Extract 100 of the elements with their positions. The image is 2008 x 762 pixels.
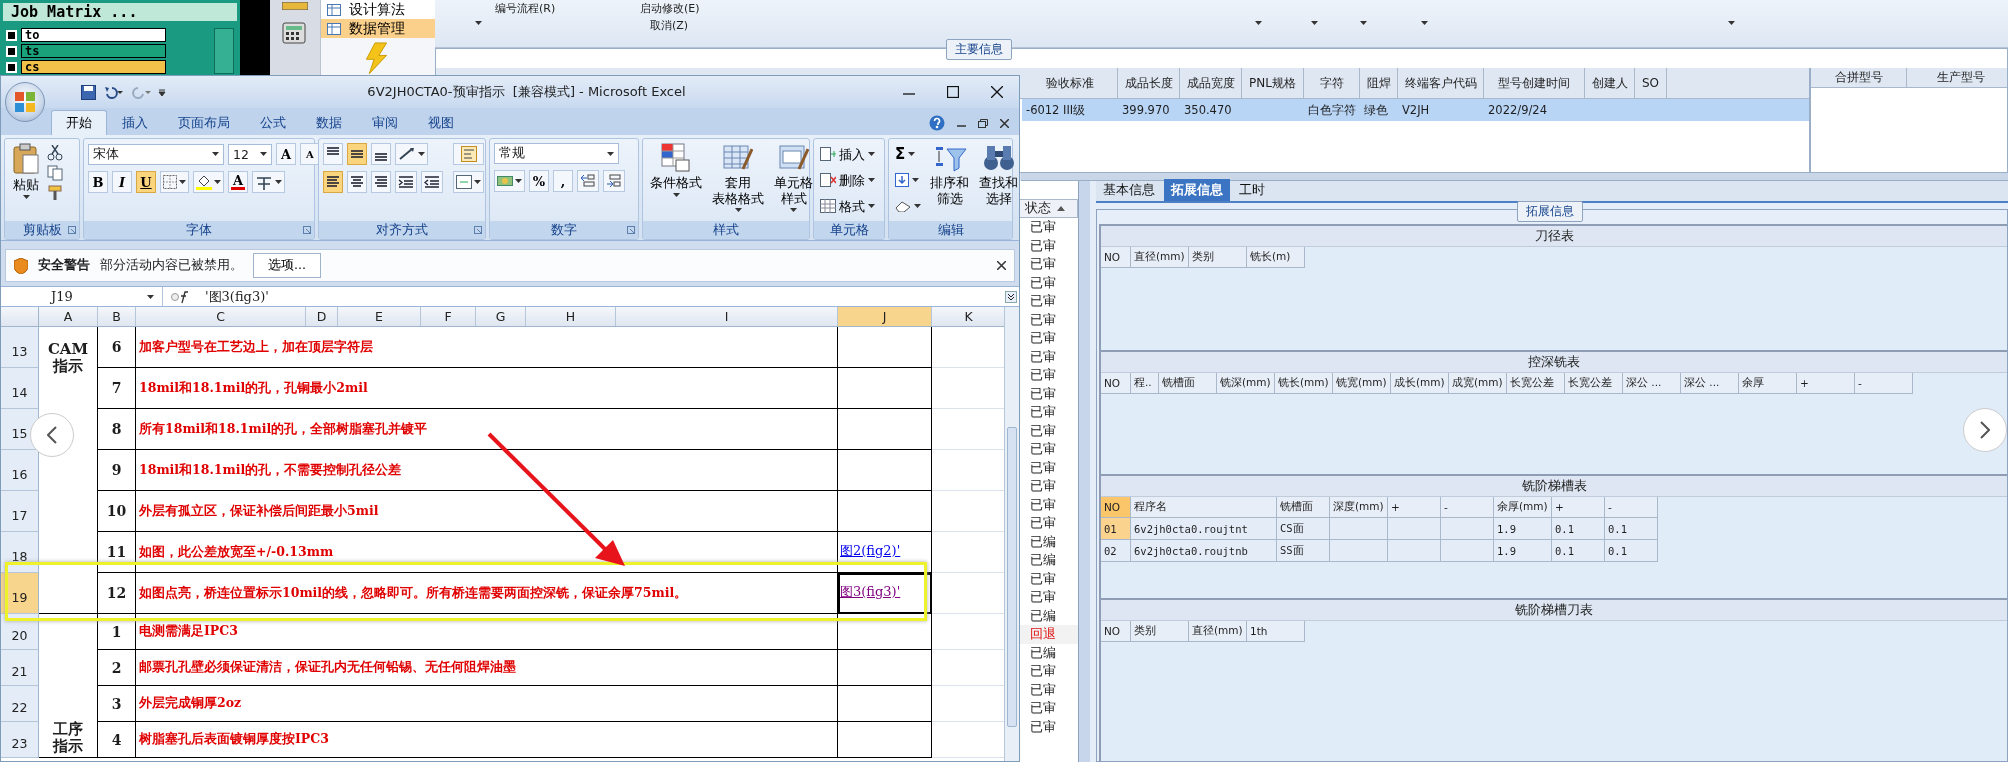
status-cell[interactable]: 已审: [1018, 717, 1079, 736]
expand-icon[interactable]: [1005, 290, 1017, 303]
dropdown-caret-icon[interactable]: [1255, 21, 1262, 25]
list-item[interactable]: cs: [21, 60, 166, 74]
toolbar-item[interactable]: 编号流程(R): [495, 1, 556, 16]
hyperlink[interactable]: 图2(fig2)': [840, 542, 901, 560]
column-header[interactable]: NO: [1101, 373, 1131, 394]
ribbon-tab[interactable]: 数据: [301, 110, 357, 135]
dropdown-caret-icon[interactable]: [1311, 21, 1318, 25]
merge-button[interactable]: [453, 171, 484, 193]
align-button[interactable]: [347, 171, 367, 193]
calculator-icon[interactable]: [281, 22, 309, 46]
decrease-decimal-button[interactable]: [603, 170, 625, 192]
column-header[interactable]: H: [526, 307, 616, 326]
wrap-text-button[interactable]: [453, 143, 484, 165]
column-header[interactable]: PNL规格: [1242, 68, 1304, 98]
dropdown-caret-icon[interactable]: [147, 294, 154, 299]
status-cell[interactable]: 已编: [1018, 643, 1079, 662]
cells-button[interactable]: 插入: [818, 143, 877, 165]
column-header[interactable]: 铣深(mm): [1217, 373, 1275, 394]
grow-font-button[interactable]: A: [276, 143, 296, 165]
status-cell[interactable]: 已编: [1018, 532, 1079, 551]
checkbox-icon[interactable]: [6, 45, 17, 57]
column-header[interactable]: NO: [1101, 247, 1131, 268]
dropdown-caret-icon[interactable]: [672, 192, 680, 197]
status-cell[interactable]: 已审: [1018, 569, 1079, 588]
cells-button[interactable]: 格式: [818, 195, 877, 217]
column-header[interactable]: D: [306, 307, 338, 326]
column-header[interactable]: 长宽公差: [1565, 373, 1623, 394]
fill-color-button[interactable]: [193, 171, 224, 193]
font-style-button[interactable]: B: [88, 171, 108, 193]
list-item[interactable]: ts: [21, 44, 166, 58]
cut-icon[interactable]: [47, 145, 63, 161]
status-cell[interactable]: 回退: [1018, 625, 1079, 644]
hyperlink[interactable]: 图3(fig3)': [840, 583, 901, 601]
column-header[interactable]: G: [476, 307, 526, 326]
column-header[interactable]: 成宽(mm): [1449, 373, 1507, 394]
indent-button[interactable]: [395, 171, 417, 193]
column-header[interactable]: +: [1552, 497, 1605, 518]
column-header[interactable]: 余厚: [1739, 373, 1797, 394]
phonetic-button[interactable]: [252, 171, 285, 193]
column-header[interactable]: -: [1441, 497, 1494, 518]
column-header[interactable]: 程..: [1131, 373, 1159, 394]
dropdown-caret-icon[interactable]: [22, 194, 30, 199]
column-header[interactable]: E: [338, 307, 421, 326]
name-box[interactable]: J19: [1, 287, 163, 306]
status-cell[interactable]: 已审: [1018, 440, 1079, 459]
column-header[interactable]: 余厚(mm): [1494, 497, 1552, 518]
dropdown-caret-icon[interactable]: [868, 152, 875, 156]
dropdown-caret-icon[interactable]: [214, 180, 221, 184]
column-header[interactable]: 铣长(m): [1247, 247, 1305, 268]
help-icon[interactable]: [929, 115, 945, 131]
ribbon-tab[interactable]: 插入: [107, 110, 163, 135]
column-header[interactable]: J: [838, 307, 932, 326]
dropdown-caret-icon[interactable]: [212, 152, 219, 156]
align-button[interactable]: [371, 143, 391, 165]
status-cell[interactable]: 已审: [1018, 495, 1079, 514]
dropdown-caret-icon[interactable]: [515, 179, 522, 183]
format-painter-icon[interactable]: [47, 185, 63, 201]
borders-button[interactable]: [160, 171, 189, 193]
column-header[interactable]: 成品宽度: [1180, 68, 1242, 98]
dialog-launcher-icon[interactable]: [474, 226, 482, 234]
status-cell[interactable]: 已审: [1018, 236, 1079, 255]
column-header[interactable]: 铣长(mm): [1275, 373, 1333, 394]
column-header[interactable]: 铣槽面: [1277, 497, 1330, 518]
column-header[interactable]: 成品长度: [1118, 68, 1180, 98]
status-cell[interactable]: 已审: [1018, 403, 1079, 422]
column-header[interactable]: 类别: [1131, 621, 1189, 642]
options-button[interactable]: 选项...: [253, 253, 321, 278]
paste-button[interactable]: 粘贴: [9, 143, 43, 217]
ribbon-tab[interactable]: 公式: [245, 110, 301, 135]
tab[interactable]: 工时: [1232, 179, 1272, 201]
dropdown-caret-icon[interactable]: [914, 204, 921, 208]
ribbon-tab[interactable]: 视图: [413, 110, 469, 135]
dropdown-caret-icon[interactable]: [908, 152, 916, 156]
autosum-button[interactable]: Σ: [893, 143, 923, 165]
cells-button[interactable]: 删除: [818, 169, 877, 191]
column-header[interactable]: 生产型号: [1907, 68, 2007, 87]
list-item[interactable]: to: [21, 28, 166, 42]
status-cell[interactable]: 已审: [1018, 662, 1079, 681]
accounting-format-button[interactable]: [494, 170, 525, 192]
dialog-launcher-icon[interactable]: [303, 226, 311, 234]
editing-button[interactable]: 查找和 选择: [976, 143, 1021, 217]
column-header[interactable]: C: [136, 307, 306, 326]
column-header[interactable]: 长宽公差: [1507, 373, 1565, 394]
column-header[interactable]: NO: [1101, 621, 1131, 642]
status-cell[interactable]: 已审: [1018, 347, 1079, 366]
dropdown-caret-icon[interactable]: [1728, 21, 1735, 25]
scrollbar[interactable]: [1004, 307, 1019, 761]
row-header[interactable]: 22: [1, 686, 39, 722]
row-header[interactable]: 17: [1, 491, 39, 532]
status-cell[interactable]: 已审: [1018, 255, 1079, 274]
row-header[interactable]: 16: [1, 450, 39, 491]
align-button[interactable]: [371, 171, 391, 193]
dropdown-caret-icon[interactable]: [475, 21, 482, 25]
number-format-button[interactable]: %: [529, 170, 549, 192]
ribbon-tab[interactable]: 页面布局: [163, 110, 245, 135]
status-cell[interactable]: 已审: [1018, 366, 1079, 385]
status-cell[interactable]: 已审: [1018, 588, 1079, 607]
column-header[interactable]: -: [1855, 373, 1913, 394]
